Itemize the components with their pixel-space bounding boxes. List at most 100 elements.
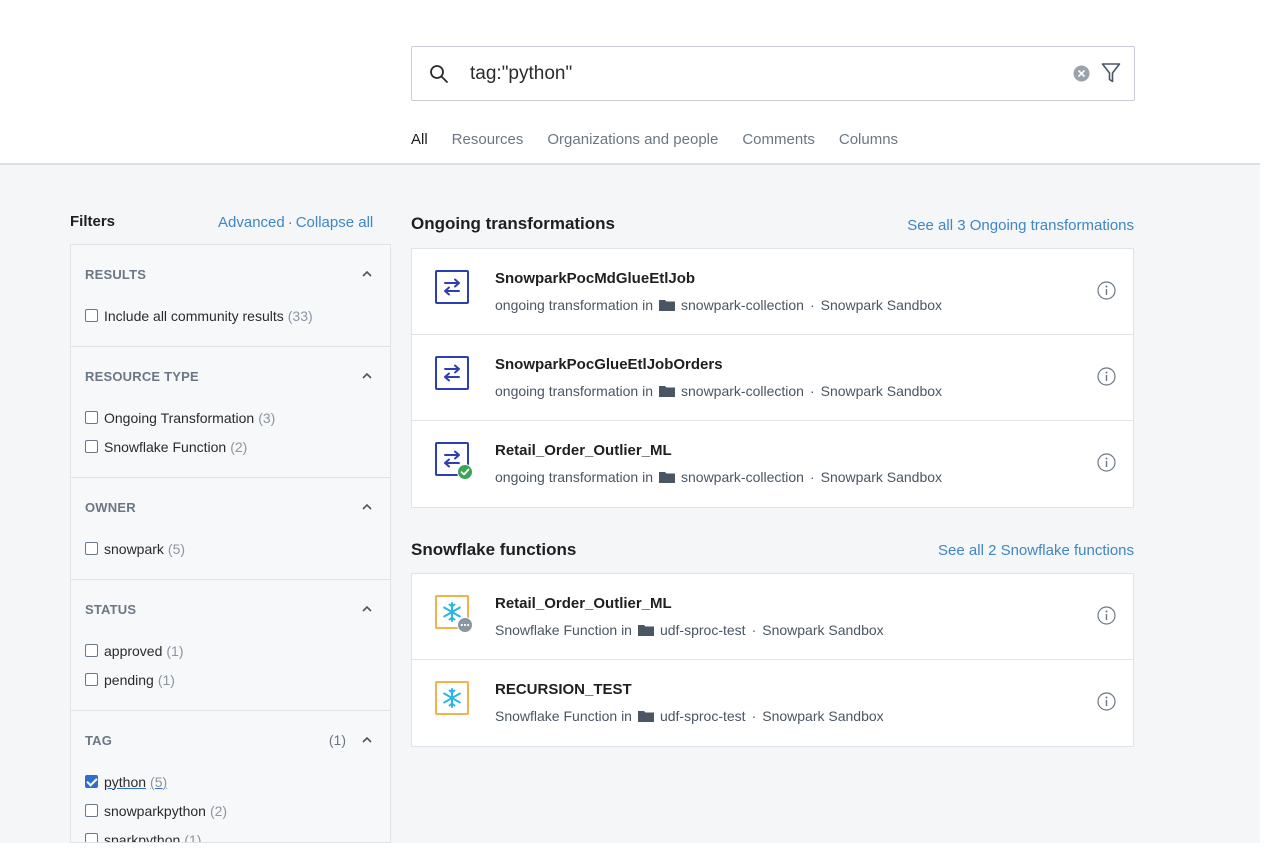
approved-check-badge-icon — [457, 464, 473, 480]
search-tabs: All Resources Organizations and people C… — [404, 120, 922, 168]
advanced-filters-link[interactable]: Advanced — [218, 214, 285, 231]
folder-icon — [637, 625, 654, 636]
checkbox[interactable] — [85, 309, 98, 322]
filter-section-tag: TAG (1) python (5) snowparkpython (2) sp… — [71, 711, 390, 843]
chevron-up-icon[interactable] — [362, 372, 372, 379]
info-icon[interactable] — [1097, 453, 1116, 472]
collapse-all-link[interactable]: Collapse all — [296, 214, 374, 231]
filter-section-title: RESULTS — [85, 267, 147, 282]
filter-section-title: RESOURCE TYPE — [85, 369, 199, 384]
result-collection-link[interactable]: udf-sproc-test — [660, 622, 746, 638]
result-title[interactable]: Retail_Order_Outlier_ML — [495, 595, 672, 612]
filter-option-label: sparkpython — [104, 831, 181, 843]
tab-comments[interactable]: Comments — [742, 120, 815, 164]
filter-option-label: python — [104, 773, 147, 790]
chevron-up-icon[interactable] — [362, 605, 372, 612]
result-type-text: ongoing transformation in — [495, 297, 653, 313]
filter-option-label: snowpark — [104, 540, 164, 557]
checkbox[interactable] — [85, 804, 98, 817]
result-org-link[interactable]: Snowpark Sandbox — [821, 469, 942, 485]
result-card[interactable]: Retail_Order_Outlier_ML ongoing transfor… — [412, 421, 1133, 507]
result-org-link[interactable]: Snowpark Sandbox — [762, 708, 883, 724]
checkbox[interactable] — [85, 673, 98, 686]
chevron-up-icon[interactable] — [362, 270, 372, 277]
checkbox-checked[interactable] — [85, 775, 98, 788]
clear-circle-icon[interactable] — [1073, 65, 1090, 82]
result-collection-link[interactable]: snowpark-collection — [681, 297, 804, 313]
filter-option-snowflake-function[interactable]: Snowflake Function (2) — [85, 432, 390, 461]
filter-option-label: Ongoing Transformation — [104, 409, 255, 426]
search-input[interactable] — [470, 60, 1030, 88]
filter-option-sparkpython[interactable]: sparkpython (1) — [85, 825, 390, 843]
filter-option-approved[interactable]: approved (1) — [85, 636, 390, 665]
filters-action-separator: · — [287, 214, 293, 231]
info-icon[interactable] — [1097, 367, 1116, 386]
result-collection-link[interactable]: udf-sproc-test — [660, 708, 746, 724]
result-org-link[interactable]: Snowpark Sandbox — [821, 297, 942, 313]
filter-option-count: (3) — [258, 409, 276, 426]
group-title-snowflake-functions: Snowflake functions — [411, 540, 577, 559]
result-type-text: ongoing transformation in — [495, 383, 653, 399]
result-card[interactable]: RECURSION_TEST Snowflake Function in udf… — [412, 660, 1133, 746]
search-header: All Resources Organizations and people C… — [0, 0, 1260, 168]
filter-section-owner: OWNER snowpark (5) — [71, 478, 390, 580]
result-subtitle: ongoing transformation in snowpark-colle… — [495, 383, 942, 399]
folder-icon — [659, 300, 675, 311]
result-collection-link[interactable]: snowpark-collection — [681, 469, 804, 485]
chevron-up-icon[interactable] — [362, 503, 372, 510]
info-icon[interactable] — [1097, 606, 1116, 625]
filter-option-python[interactable]: python (5) — [85, 767, 390, 796]
folder-icon — [637, 711, 654, 722]
see-all-ongoing-transformations-link[interactable]: See all 3 Ongoing transformations — [907, 217, 1134, 234]
checkbox[interactable] — [85, 644, 98, 657]
filter-option-count: (2) — [230, 438, 248, 455]
checkbox[interactable] — [85, 411, 98, 424]
checkbox[interactable] — [85, 833, 98, 842]
checkbox[interactable] — [85, 440, 98, 453]
info-icon[interactable] — [1097, 281, 1116, 300]
result-type-text: Snowflake Function in — [495, 622, 632, 638]
result-title[interactable]: Retail_Order_Outlier_ML — [495, 442, 672, 459]
dot-separator: · — [751, 708, 757, 724]
filter-option-include-community[interactable]: Include all community results (33) — [85, 301, 390, 330]
chevron-up-icon[interactable] — [362, 736, 372, 743]
funnel-icon[interactable] — [1101, 62, 1121, 84]
filter-section-status: STATUS approved (1) pending (1) — [71, 580, 390, 711]
filter-option-snowparkpython[interactable]: snowparkpython (2) — [85, 796, 390, 825]
result-title[interactable]: SnowparkPocMdGlueEtlJob — [495, 270, 695, 287]
filter-option-count: (2) — [209, 802, 228, 819]
tab-resources[interactable]: Resources — [452, 120, 524, 164]
tab-organizations-and-people[interactable]: Organizations and people — [547, 120, 718, 164]
result-title[interactable]: SnowparkPocGlueEtlJobOrders — [495, 356, 723, 373]
info-icon[interactable] — [1097, 692, 1116, 711]
results-content: Filters Advanced · Collapse all RESULTS In… — [0, 165, 1260, 843]
filter-option-pending[interactable]: pending (1) — [85, 665, 390, 694]
filter-section-resource-type: RESOURCE TYPE Ongoing Transformation (3)… — [71, 347, 390, 478]
result-title[interactable]: RECURSION_TEST — [495, 681, 632, 698]
see-all-snowflake-functions-link[interactable]: See all 2 Snowflake functions — [938, 542, 1134, 559]
result-org-link[interactable]: Snowpark Sandbox — [821, 383, 942, 399]
filter-option-snowpark[interactable]: snowpark (5) — [85, 534, 390, 563]
transform-arrows-icon — [435, 270, 469, 304]
filter-option-label: pending — [104, 671, 154, 688]
filter-section-title: OWNER — [85, 500, 136, 515]
result-subtitle: Snowflake Function in udf-sproc-test · S… — [495, 622, 884, 638]
result-card[interactable]: SnowparkPocMdGlueEtlJob ongoing transfor… — [412, 249, 1133, 335]
result-org-link[interactable]: Snowpark Sandbox — [762, 622, 883, 638]
search-box[interactable] — [411, 46, 1135, 101]
result-card[interactable]: Retail_Order_Outlier_ML Snowflake Functi… — [412, 574, 1133, 660]
filters-heading: Filters — [70, 213, 116, 230]
filter-option-ongoing-transformation[interactable]: Ongoing Transformation (3) — [85, 403, 390, 432]
filter-option-count: (5) — [167, 540, 186, 557]
folder-icon — [659, 472, 675, 483]
filter-option-count: (1) — [157, 671, 175, 688]
tab-columns[interactable]: Columns — [839, 120, 898, 164]
result-collection-link[interactable]: snowpark-collection — [681, 383, 804, 399]
filter-section-title: STATUS — [85, 602, 137, 617]
result-card[interactable]: SnowparkPocGlueEtlJobOrders ongoing tran… — [412, 335, 1133, 421]
checkbox[interactable] — [85, 542, 98, 555]
tab-all[interactable]: All — [404, 120, 441, 168]
filter-option-label: Include all community results — [104, 307, 284, 324]
transform-arrows-icon — [435, 356, 469, 390]
filter-option-count: (1) — [166, 642, 184, 659]
